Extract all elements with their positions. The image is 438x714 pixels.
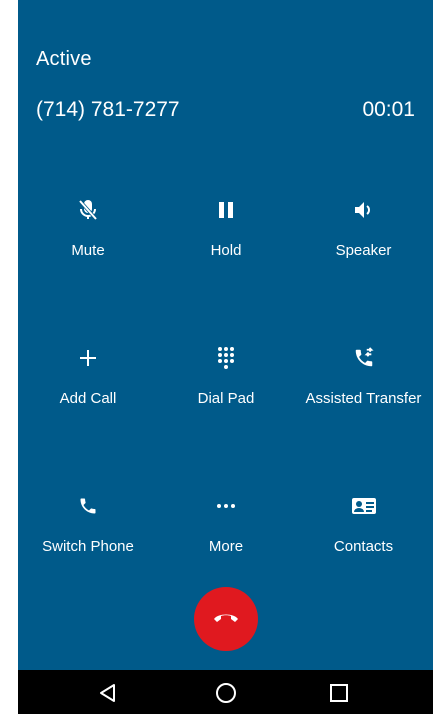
caller-number: (714) 781-7277 xyxy=(36,98,180,121)
mute-button[interactable]: Mute xyxy=(18,192,158,272)
phone-device: Active (714) 781-7277 00:01 Mute Hold Sp… xyxy=(18,0,433,714)
assisted-transfer-label: Assisted Transfer xyxy=(305,390,422,407)
hang-up-icon xyxy=(212,610,240,629)
active-call-screen: Active (714) 781-7277 00:01 Mute Hold Sp… xyxy=(18,0,433,670)
dial-pad-label: Dial Pad xyxy=(197,390,255,407)
add-call-button[interactable]: Add Call xyxy=(18,340,158,420)
phone-transfer-icon xyxy=(294,340,433,376)
hold-label: Hold xyxy=(210,242,242,259)
assisted-transfer-button[interactable]: Assisted Transfer xyxy=(294,340,433,420)
actions-row-1: Mute Hold Speaker xyxy=(18,192,433,340)
back-triangle-icon[interactable] xyxy=(93,678,123,708)
dialpad-icon xyxy=(156,340,296,376)
switch-phone-button[interactable]: Switch Phone xyxy=(18,488,158,568)
plus-icon xyxy=(18,340,158,376)
call-actions-grid: Mute Hold Speaker Add Call Dial Pad Assi… xyxy=(18,192,433,636)
contacts-label: Contacts xyxy=(333,538,394,555)
mic-off-icon xyxy=(18,192,158,228)
dial-pad-button[interactable]: Dial Pad xyxy=(156,340,296,420)
add-call-label: Add Call xyxy=(59,390,117,407)
call-status: Active xyxy=(36,48,92,70)
recents-square-icon[interactable] xyxy=(324,678,354,708)
end-call-button[interactable] xyxy=(194,587,258,651)
hold-button[interactable]: Hold xyxy=(156,192,296,272)
contact-card-icon xyxy=(294,488,433,524)
mute-label: Mute xyxy=(71,242,105,259)
more-icon xyxy=(156,488,296,524)
more-label: More xyxy=(208,538,244,555)
phone-icon xyxy=(18,488,158,524)
android-nav-bar xyxy=(18,670,433,714)
contacts-button[interactable]: Contacts xyxy=(294,488,433,568)
speaker-label: Speaker xyxy=(335,242,392,259)
call-timer: 00:01 xyxy=(362,98,415,121)
speaker-icon xyxy=(294,192,433,228)
actions-row-2: Add Call Dial Pad Assisted Transfer xyxy=(18,340,433,488)
speaker-button[interactable]: Speaker xyxy=(294,192,433,272)
home-circle-icon[interactable] xyxy=(211,678,241,708)
pause-icon xyxy=(156,192,296,228)
more-button[interactable]: More xyxy=(156,488,296,568)
switch-phone-label: Switch Phone xyxy=(42,538,134,555)
